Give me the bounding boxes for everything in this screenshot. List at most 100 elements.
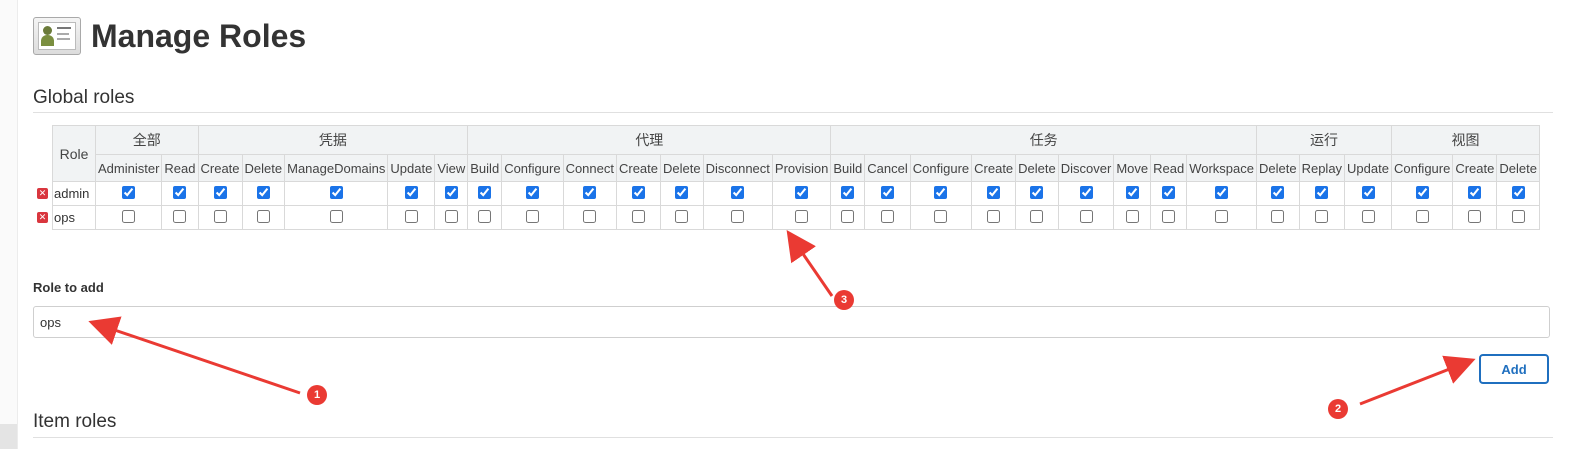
permission-checkbox[interactable] [1030,209,1044,223]
permission-name-row: Administer Read Create Delete ManageDomains U… [53,154,1540,182]
permission-checkbox[interactable] [1415,209,1429,223]
permission-checkbox[interactable] [404,209,418,223]
permission-checkbox[interactable] [987,185,1001,199]
permission-checkbox[interactable] [675,209,689,223]
permission-checkbox[interactable] [1315,209,1329,223]
permission-cell [284,181,389,206]
permission-checkbox[interactable] [1361,209,1375,223]
permission-checkbox[interactable] [173,185,187,199]
permission-checkbox[interactable] [881,185,895,199]
permission-checkbox[interactable] [675,185,689,199]
permission-header: Build [467,154,503,182]
permission-checkbox[interactable] [841,185,855,199]
annotation-badge-2: 2 [1328,399,1348,419]
permission-checkbox[interactable] [122,185,136,199]
permission-checkbox[interactable] [1125,185,1139,199]
permission-cell [1150,205,1188,230]
delete-x-icon[interactable]: ✕ [37,188,48,199]
permission-checkbox[interactable] [1511,185,1525,199]
permission-checkbox[interactable] [478,209,492,223]
permission-header: Create [1452,154,1498,182]
permission-checkbox[interactable] [256,185,270,199]
permission-checkbox[interactable] [934,209,948,223]
permission-checkbox[interactable] [795,185,809,199]
permission-header: Workspace [1186,154,1257,182]
permission-checkbox[interactable] [1361,185,1375,199]
permission-checkbox[interactable] [478,185,492,199]
permission-checkbox[interactable] [525,209,539,223]
permission-cell [387,181,436,206]
permission-checkbox[interactable] [213,185,227,199]
role-to-add-input[interactable] [33,306,1550,338]
section-divider [33,112,1553,113]
permission-cell [94,181,163,206]
permission-checkbox[interactable] [1315,185,1329,199]
permission-checkbox[interactable] [632,209,645,223]
permission-cell [197,205,243,230]
role-name: admin [52,181,96,206]
permission-checkbox[interactable] [1079,185,1093,199]
permission-checkbox[interactable] [256,209,270,223]
permission-checkbox[interactable] [1511,209,1525,223]
permission-cell [830,205,866,230]
permission-header: Delete [1256,154,1300,182]
permission-cell [94,205,163,230]
permission-header: Create [197,154,243,182]
permission-checkbox[interactable] [444,209,458,223]
permission-checkbox[interactable] [404,185,418,199]
permission-checkbox[interactable] [841,209,855,223]
permission-checkbox[interactable] [1125,209,1139,223]
permission-checkbox[interactable] [632,185,645,199]
permission-checkbox[interactable] [1271,209,1285,223]
permission-checkbox[interactable] [934,185,948,199]
permission-cell [562,205,617,230]
permission-checkbox[interactable] [731,209,745,223]
permission-checkbox[interactable] [1162,185,1176,199]
section-divider [33,437,1553,438]
annotation-arrow-2 [1359,355,1476,406]
permission-checkbox[interactable] [122,209,136,223]
add-role-button[interactable]: Add [1479,354,1549,384]
global-roles-table-wrapper[interactable]: Role 全部 凭据 代理 任务 运行 视图 Administer Read Create De… [52,125,1580,230]
permission-checkbox[interactable] [1162,209,1176,223]
permission-checkbox[interactable] [329,185,343,199]
permission-checkbox[interactable] [1468,209,1482,223]
permission-checkbox[interactable] [1215,185,1229,199]
permission-checkbox[interactable] [1030,185,1044,199]
permission-checkbox[interactable] [1271,185,1285,199]
permission-checkbox[interactable] [1079,209,1093,223]
permission-group-header: 任务 [830,125,1257,155]
permission-header: Delete [1015,154,1059,182]
permission-header: Read [1150,154,1188,182]
permission-checkbox[interactable] [987,209,1001,223]
permission-checkbox[interactable] [213,209,227,223]
permission-checkbox[interactable] [1215,209,1229,223]
permission-cell [1150,181,1188,206]
permission-checkbox[interactable] [444,185,458,199]
permission-checkbox[interactable] [583,209,597,223]
permission-checkbox[interactable] [329,209,343,223]
permission-checkbox[interactable] [173,209,187,223]
permission-header: Replay [1298,154,1346,182]
global-roles-heading: Global roles [33,87,135,108]
permission-cell [1186,205,1257,230]
permission-cell [1390,205,1454,230]
permission-checkbox[interactable] [731,185,745,199]
permission-cell [830,181,866,206]
permission-group-header: 凭据 [197,125,469,155]
delete-x-icon[interactable]: ✕ [37,212,48,223]
permission-cell [1256,181,1300,206]
permission-checkbox[interactable] [1468,185,1482,199]
permission-header: Move [1113,154,1152,182]
permission-header: Disconnect [702,154,773,182]
permission-checkbox[interactable] [1415,185,1429,199]
permission-checkbox[interactable] [881,209,895,223]
permission-checkbox[interactable] [583,185,597,199]
permission-header: Create [615,154,662,182]
permission-header: View [434,154,469,182]
permission-cell [971,205,1017,230]
permission-cell [434,205,469,230]
permission-cell [1344,181,1392,206]
permission-checkbox[interactable] [525,185,539,199]
permission-checkbox[interactable] [795,209,809,223]
